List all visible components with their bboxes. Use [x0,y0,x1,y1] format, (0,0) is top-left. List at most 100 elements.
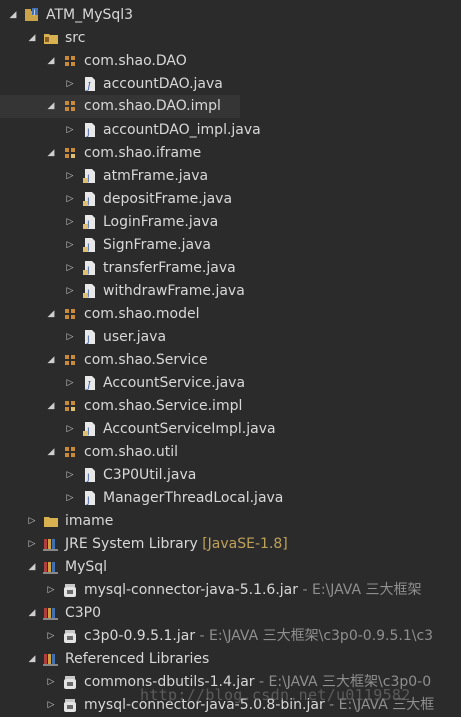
watermark: http://blog.csdn.net/u0119582 [140,686,411,704]
file-label: LoginFrame.java [103,214,219,230]
collapsed-arrow-icon[interactable]: ▷ [65,422,75,436]
collapsed-arrow-icon[interactable]: ▷ [65,238,75,252]
jar-label: mysql-connector-java-5.1.6.jar - E:\JAVA… [84,581,422,600]
tree-row-package-model[interactable]: ◢ com.shao.model [0,303,461,326]
jar-path: - E:\JAVA 三大框架 [298,582,422,598]
java-file-icon: J [85,491,95,506]
file-label: accountDAO.java [103,76,223,92]
package-label: com.shao.DAO [84,53,187,69]
expanded-arrow-icon[interactable]: ◢ [27,606,37,620]
expanded-arrow-icon[interactable]: ◢ [46,353,56,367]
svg-text:J: J [86,335,90,345]
tree-row-file[interactable]: ▷ J withdrawFrame.java [0,280,461,303]
java-file-icon: J [83,261,95,276]
tree-row-file[interactable]: ▷ J user.java [0,326,461,349]
tree-row-file[interactable]: ▷ J accountDAO.java [0,73,461,96]
java-interface-icon: J [85,77,95,92]
package-icon [65,101,75,111]
tree-row-c3p0-library[interactable]: ◢ C3P0 [0,602,461,625]
tree-row-file[interactable]: ▷ J atmFrame.java [0,165,461,188]
package-icon [65,309,75,319]
project-tree[interactable]: ◢ J ATM_MySql3 ◢ src ◢ com.shao.DAO ▷ J … [0,0,461,716]
file-label: user.java [103,329,167,345]
tree-row-file[interactable]: ▷ J SignFrame.java [0,234,461,257]
java-file-icon: J [85,468,95,483]
package-icon [65,56,75,66]
jar-icon [64,676,76,689]
file-label: accountDAO_impl.java [103,122,261,138]
jar-name: mysql-connector-java-5.1.6.jar [84,582,299,598]
expanded-arrow-icon[interactable]: ◢ [46,445,56,459]
package-label: com.shao.model [84,306,200,322]
java-file-icon: J [83,215,95,230]
package-label: com.shao.Service.impl [84,398,243,414]
collapsed-arrow-icon[interactable]: ▷ [27,514,37,528]
tree-row-jar[interactable]: ▷ mysql-connector-java-5.1.6.jar - E:\JA… [0,579,461,602]
collapsed-arrow-icon[interactable]: ▷ [65,261,75,275]
tree-row-file[interactable]: ▷ J AccountService.java [0,372,461,395]
expanded-arrow-icon[interactable]: ◢ [27,31,37,45]
tree-row-package-dao[interactable]: ◢ com.shao.DAO [0,50,461,73]
collapsed-arrow-icon[interactable]: ▷ [65,215,75,229]
collapsed-arrow-icon[interactable]: ▷ [65,169,75,183]
jar-name: c3p0-0.9.5.1.jar [84,628,196,644]
jar-label: c3p0-0.9.5.1.jar - E:\JAVA 三大框架\c3p0-0.9… [84,627,433,646]
java-file-icon: J [83,192,95,207]
tree-row-package-service-impl[interactable]: ◢ com.shao.Service.impl [0,395,461,418]
tree-row-file[interactable]: ▷ J C3P0Util.java [0,464,461,487]
expanded-arrow-icon[interactable]: ◢ [27,560,37,574]
package-label: com.shao.util [84,444,179,460]
collapsed-arrow-icon[interactable]: ▷ [46,583,56,597]
package-explorer: { "tree": { "project": "ATM_MySql3", "sr… [0,0,461,716]
expanded-arrow-icon[interactable]: ◢ [46,307,56,321]
tree-row-package-dao-impl[interactable]: ◢ com.shao.DAO.impl [0,95,240,118]
collapsed-arrow-icon[interactable]: ▷ [65,491,75,505]
collapsed-arrow-icon[interactable]: ▷ [65,77,75,91]
jar-path: - E:\JAVA 三大框架\c3p0-0.9.5.1\c3 [195,628,434,644]
collapsed-arrow-icon[interactable]: ▷ [46,698,56,712]
tree-row-file[interactable]: ▷ J AccountServiceImpl.java [0,418,461,441]
svg-text:J: J [33,9,36,16]
expanded-arrow-icon[interactable]: ◢ [8,8,18,22]
file-label: atmFrame.java [103,168,209,184]
java-project-icon: J [25,8,38,21]
expanded-arrow-icon[interactable]: ◢ [46,99,56,113]
expanded-arrow-icon[interactable]: ◢ [46,146,56,160]
tree-row-src[interactable]: ◢ src [0,27,461,50]
collapsed-arrow-icon[interactable]: ▷ [65,192,75,206]
tree-row-jre-library[interactable]: ▷ JRE System Library [JavaSE-1.8] [0,533,461,556]
collapsed-arrow-icon[interactable]: ▷ [65,123,75,137]
tree-row-mysql-library[interactable]: ◢ MySql [0,556,461,579]
jar-icon [64,630,76,643]
tree-row-file[interactable]: ▷ J depositFrame.java [0,188,461,211]
library-name: JRE System Library [65,536,198,552]
package-label: com.shao.DAO.impl [84,98,221,114]
tree-row-folder-imame[interactable]: ▷ imame [0,510,461,533]
collapsed-arrow-icon[interactable]: ▷ [65,330,75,344]
tree-row-file[interactable]: ▷ J transferFrame.java [0,257,461,280]
expanded-arrow-icon[interactable]: ◢ [46,399,56,413]
collapsed-arrow-icon[interactable]: ▷ [46,675,56,689]
tree-row-file[interactable]: ▷ J accountDAO_impl.java [0,119,461,142]
expanded-arrow-icon[interactable]: ◢ [27,652,37,666]
src-label: src [65,30,86,46]
tree-row-jar[interactable]: ▷ c3p0-0.9.5.1.jar - E:\JAVA 三大框架\c3p0-0… [0,625,461,648]
library-label: MySql [65,559,108,575]
collapsed-arrow-icon[interactable]: ▷ [65,284,75,298]
collapsed-arrow-icon[interactable]: ▷ [46,629,56,643]
tree-row-project[interactable]: ◢ J ATM_MySql3 [0,4,461,27]
package-icon [65,355,75,365]
collapsed-arrow-icon[interactable]: ▷ [65,376,75,390]
collapsed-arrow-icon[interactable]: ▷ [65,468,75,482]
package-icon [65,447,75,457]
tree-row-referenced-libraries[interactable]: ◢ Referenced Libraries [0,648,461,671]
java-file-icon: J [85,123,95,138]
tree-row-package-util[interactable]: ◢ com.shao.util [0,441,461,464]
tree-row-file[interactable]: ▷ J LoginFrame.java [0,211,461,234]
collapsed-arrow-icon[interactable]: ▷ [27,537,37,551]
tree-row-package-iframe[interactable]: ◢ com.shao.iframe [0,142,461,165]
library-icon [43,539,58,551]
tree-row-package-service[interactable]: ◢ com.shao.Service [0,349,461,372]
tree-row-file[interactable]: ▷ J ManagerThreadLocal.java [0,487,461,510]
expanded-arrow-icon[interactable]: ◢ [46,54,56,68]
